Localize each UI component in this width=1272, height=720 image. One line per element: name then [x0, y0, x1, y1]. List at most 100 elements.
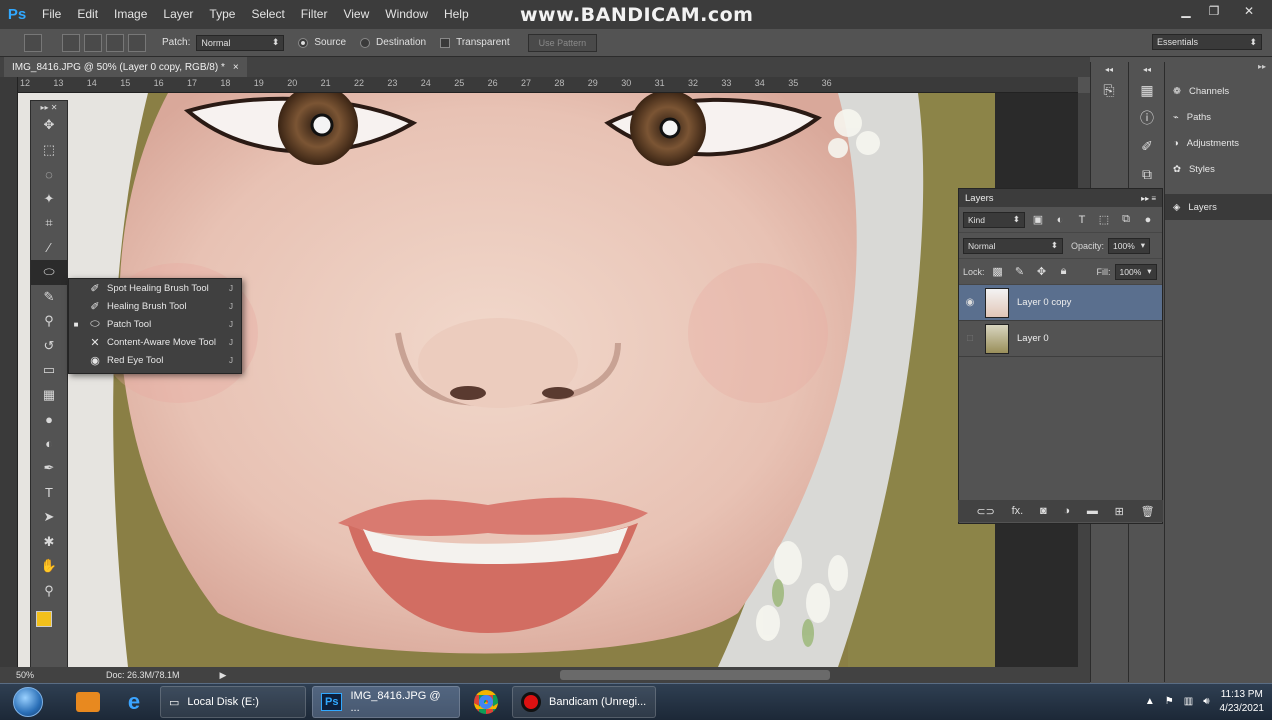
subtract-selection-icon[interactable]	[106, 33, 124, 52]
delete-layer-icon[interactable]: 🗑︎	[1141, 505, 1155, 518]
layer-row[interactable]: ◉ Layer 0 copy	[959, 285, 1162, 321]
move-tool-icon[interactable]: ✥	[31, 113, 67, 138]
shape-filter-icon[interactable]: ⬚	[1095, 213, 1113, 226]
transparent-checkbox[interactable]	[440, 37, 451, 48]
lasso-tool-icon[interactable]: ◌	[31, 162, 67, 187]
flyout-item-healing-brush[interactable]: ✐ Healing Brush Tool J	[69, 297, 241, 315]
layers-panel-title[interactable]: Layers	[965, 193, 994, 204]
visibility-toggle-empty[interactable]: □	[959, 333, 981, 344]
fill-input[interactable]: 100% ▾	[1114, 263, 1157, 280]
pixel-filter-icon[interactable]: ▣	[1029, 213, 1047, 226]
new-selection-icon[interactable]	[62, 33, 80, 52]
menu-edit[interactable]: Edit	[69, 0, 106, 29]
eye-icon[interactable]: ◉	[959, 297, 981, 308]
workspace-select[interactable]: Essentials ⬍	[1152, 34, 1262, 50]
new-group-icon[interactable]: ▬	[1087, 505, 1098, 517]
history-brush-tool-icon[interactable]: ↺	[31, 334, 67, 359]
new-layer-icon[interactable]: ⊞	[1115, 505, 1124, 518]
panel-menu-icon[interactable]: ▸▸ ≡	[1141, 194, 1156, 203]
blur-tool-icon[interactable]: ●	[31, 407, 67, 432]
panel-collapse-icon[interactable]: ▸▸ ✕	[31, 101, 67, 113]
blend-mode-select[interactable]: Normal ⬍	[963, 237, 1063, 254]
layer-name[interactable]: Layer 0	[1017, 333, 1049, 344]
flyout-item-patch[interactable]: ■ ⬭ Patch Tool J	[69, 315, 241, 333]
volume-icon[interactable]: 🔊︎	[1203, 696, 1209, 707]
hand-tool-icon[interactable]: ✋	[31, 554, 67, 579]
pen-tool-icon[interactable]: ✒	[31, 456, 67, 481]
taskbar-item-local-disk[interactable]: ▭ Local Disk (E:)	[160, 686, 306, 718]
menu-view[interactable]: View	[335, 0, 377, 29]
expand-panels-icon[interactable]: ◂◂	[1091, 62, 1127, 76]
show-hidden-icons-icon[interactable]: ▲	[1145, 696, 1155, 707]
type-filter-icon[interactable]: T	[1073, 214, 1091, 226]
foreground-color-swatch[interactable]	[36, 611, 52, 627]
menu-type[interactable]: Type	[201, 0, 243, 29]
gradient-tool-icon[interactable]: ▦	[31, 383, 67, 408]
crop-tool-icon[interactable]: ⌗	[31, 211, 67, 236]
path-selection-tool-icon[interactable]: ➤	[31, 505, 67, 530]
patch-tool-icon[interactable]: ⬭	[31, 260, 67, 285]
brush-panel-icon[interactable]: ✐	[1129, 132, 1165, 160]
menu-file[interactable]: File	[34, 0, 69, 29]
lock-transparent-icon[interactable]: ▩	[989, 265, 1007, 278]
network-icon[interactable]: ▥	[1184, 696, 1193, 707]
type-tool-icon[interactable]: T	[31, 481, 67, 506]
menu-help[interactable]: Help	[436, 0, 477, 29]
use-pattern-button[interactable]: Use Pattern	[527, 33, 598, 52]
color-swatches[interactable]	[31, 603, 67, 643]
history-panel-icon[interactable]: ⎘	[1091, 76, 1127, 104]
status-menu-arrow-icon[interactable]: ▶	[220, 670, 227, 681]
opacity-input[interactable]: 100% ▾	[1108, 237, 1151, 254]
intersect-selection-icon[interactable]	[128, 33, 146, 52]
system-clock[interactable]: 11:13 PM 4/23/2021	[1220, 688, 1265, 716]
collapse-dock-icon[interactable]: ▸▸	[1165, 62, 1272, 78]
dodge-tool-icon[interactable]: ◐	[31, 432, 67, 457]
internet-explorer-icon[interactable]: e	[114, 686, 154, 718]
lock-all-icon[interactable]: 🔒︎	[1055, 265, 1073, 278]
dock-item-paths[interactable]: ⌁ Paths	[1165, 104, 1272, 130]
action-center-flag-icon[interactable]: ⚑	[1165, 696, 1174, 707]
menu-image[interactable]: Image	[106, 0, 155, 29]
dock-item-styles[interactable]: ✿ Styles	[1165, 156, 1272, 182]
layer-style-icon[interactable]: fx.	[1012, 505, 1024, 517]
add-selection-icon[interactable]	[84, 33, 102, 52]
close-tab-icon[interactable]: ×	[233, 62, 239, 73]
start-button[interactable]	[8, 684, 48, 720]
document-canvas[interactable]	[18, 93, 995, 667]
magic-wand-tool-icon[interactable]: ✦	[31, 187, 67, 212]
filter-toggle-icon[interactable]: ●	[1139, 214, 1157, 226]
adjustment-layer-icon[interactable]: ◑	[1063, 505, 1070, 517]
eyedropper-tool-icon[interactable]: ⁄	[31, 236, 67, 261]
layer-name[interactable]: Layer 0 copy	[1017, 297, 1071, 308]
dock-item-layers[interactable]: ◈ Layers	[1165, 194, 1272, 220]
smart-object-filter-icon[interactable]: ⧉	[1117, 213, 1135, 226]
link-layers-icon[interactable]: ⊂⊃	[976, 505, 994, 518]
brush-tool-icon[interactable]: ✎	[31, 285, 67, 310]
minimize-icon[interactable]: ▁	[1172, 2, 1200, 20]
clone-source-panel-icon[interactable]: ⧉	[1129, 160, 1165, 188]
zoom-level[interactable]: 50%	[16, 670, 106, 680]
menu-layer[interactable]: Layer	[155, 0, 201, 29]
patch-mode-select[interactable]: Normal ⬍	[196, 34, 285, 51]
restore-icon[interactable]: ❐	[1200, 2, 1228, 20]
chrome-icon[interactable]	[466, 686, 506, 718]
eraser-tool-icon[interactable]: ▭	[31, 358, 67, 383]
clone-stamp-tool-icon[interactable]: ⚲	[31, 309, 67, 334]
zoom-tool-icon[interactable]: ⚲	[31, 579, 67, 604]
menu-window[interactable]: Window	[377, 0, 436, 29]
info-panel-icon[interactable]: ⓘ	[1129, 104, 1165, 132]
marquee-tool-icon[interactable]: ⬚	[31, 138, 67, 163]
close-window-icon[interactable]: ✕	[1232, 2, 1266, 20]
source-radio[interactable]	[298, 37, 309, 48]
patch-tool-preset-icon[interactable]	[24, 33, 42, 52]
add-mask-icon[interactable]: ◙	[1040, 505, 1047, 517]
destination-radio[interactable]	[360, 37, 371, 48]
document-tab[interactable]: IMG_8416.JPG @ 50% (Layer 0 copy, RGB/8)…	[4, 57, 247, 77]
lock-image-icon[interactable]: ✎	[1011, 265, 1029, 278]
dock-item-channels[interactable]: ❁ Channels	[1165, 78, 1272, 104]
color-panel-icon[interactable]: ▦	[1129, 76, 1165, 104]
lock-position-icon[interactable]: ✥	[1033, 265, 1051, 278]
horizontal-scrollbar-thumb[interactable]	[560, 670, 830, 680]
flyout-item-red-eye[interactable]: ◉ Red Eye Tool J	[69, 351, 241, 369]
expand-panels-icon[interactable]: ◂◂	[1129, 62, 1165, 76]
